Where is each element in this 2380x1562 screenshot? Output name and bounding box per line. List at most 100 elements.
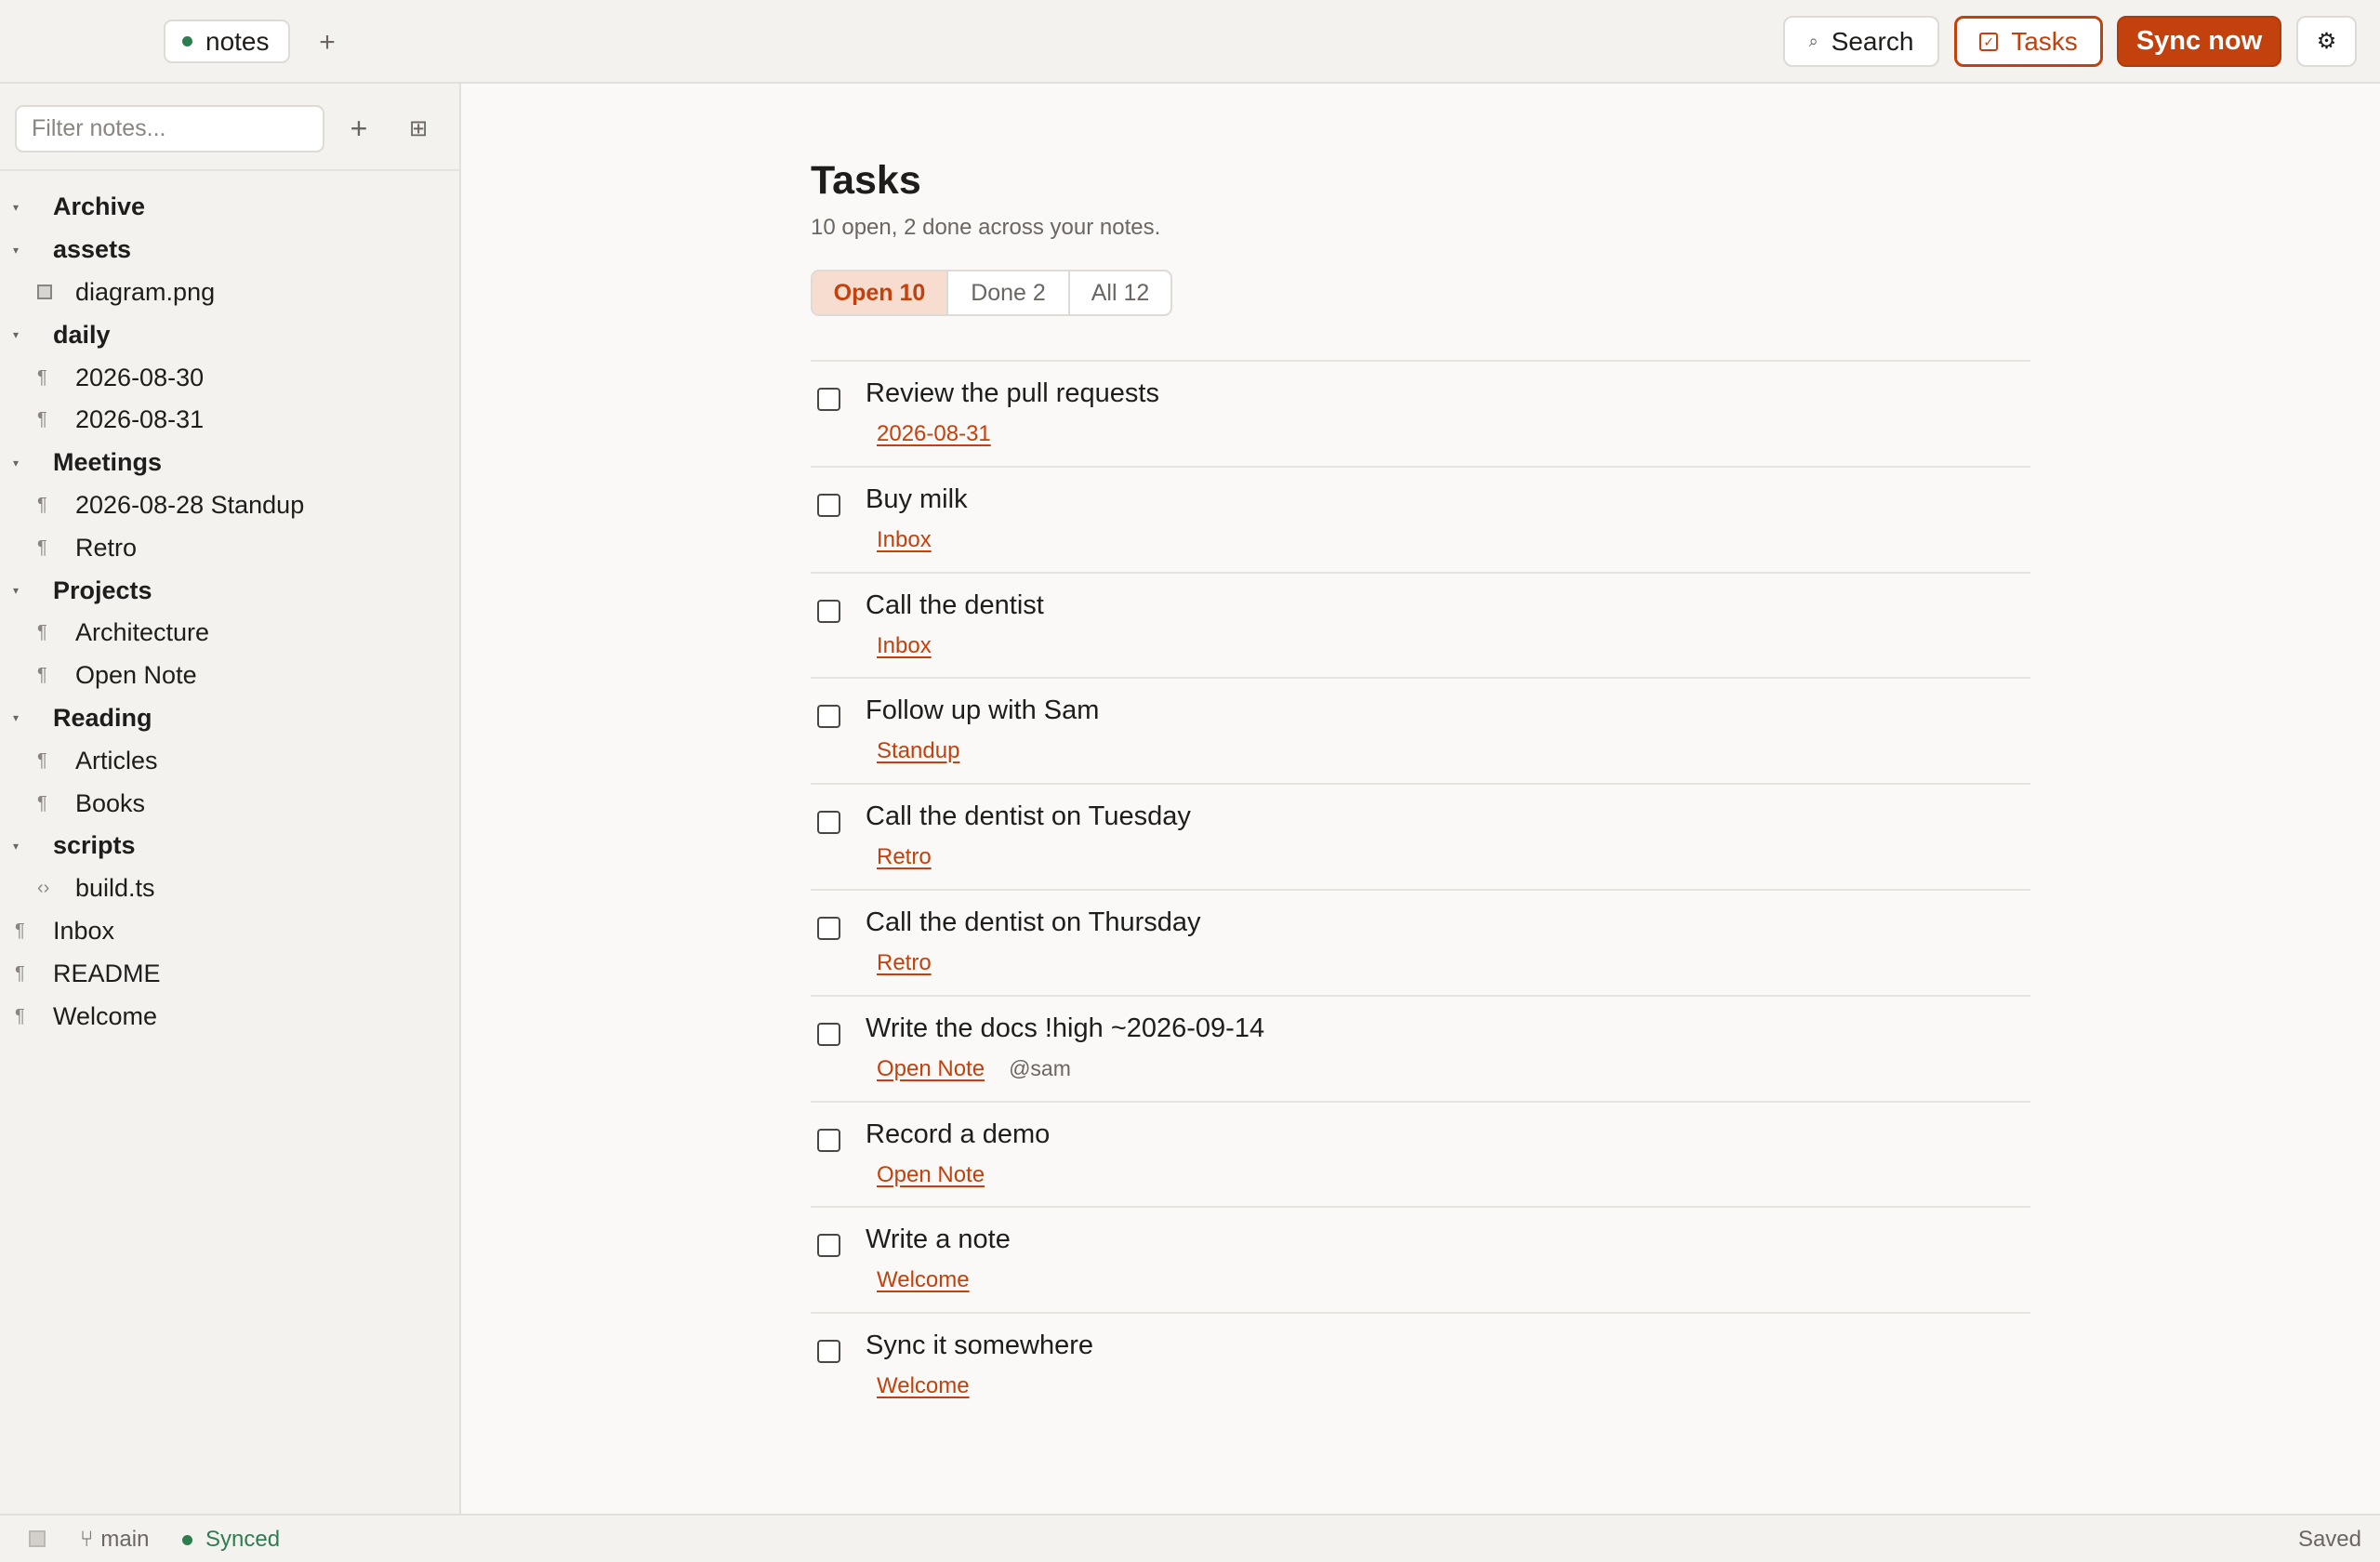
tree-item-label: 2026-08-30	[75, 363, 205, 391]
tree-item-label: 2026-08-31	[75, 405, 205, 434]
task-checkbox[interactable]	[817, 811, 840, 835]
task-source-link[interactable]: Retro	[877, 844, 932, 870]
tab-done[interactable]: Done 2	[948, 271, 1070, 314]
task-checkbox[interactable]	[817, 493, 840, 517]
task-text: Call the dentist on Thursday	[866, 907, 1201, 937]
caret-down-icon: ▾	[13, 711, 20, 725]
tree-item-label: Open Note	[75, 661, 197, 690]
task-checkbox[interactable]	[817, 1128, 840, 1152]
note-item[interactable]: ¶ Welcome	[0, 995, 459, 1038]
file-tree: ▾ Archive ▾ assets diagram.png ▾ daily ¶ 2026-08…	[0, 186, 459, 1038]
note-icon: ¶	[37, 622, 47, 643]
task-source-link[interactable]: 2026-08-31	[877, 421, 991, 447]
settings-button[interactable]: ⚙	[2296, 16, 2357, 67]
task-row: Review the pull requests 2026-08-31	[811, 362, 2030, 468]
task-meta: Welcome	[877, 1373, 970, 1399]
folder-item[interactable]: ▾ scripts	[0, 825, 459, 867]
task-source-link[interactable]: Inbox	[877, 527, 932, 553]
note-icon: ¶	[37, 494, 47, 515]
filter-notes-input[interactable]	[15, 105, 324, 152]
task-text: Record a demo	[866, 1119, 1051, 1149]
task-text: Write the docs !high ~2026-09-14	[866, 1013, 1265, 1043]
task-checkbox[interactable]	[817, 705, 840, 729]
task-meta: Inbox	[877, 633, 932, 659]
task-meta: Standup	[877, 738, 959, 764]
task-text: Sync it somewhere	[866, 1330, 1093, 1361]
note-item[interactable]: ¶ Retro	[0, 526, 459, 569]
folder-item[interactable]: ▾ Archive	[0, 186, 459, 229]
note-item[interactable]: ¶ Open Note	[0, 655, 459, 697]
note-icon: ¶	[37, 366, 47, 388]
search-icon: ⌕	[1808, 32, 1818, 50]
task-text: Call the dentist	[866, 589, 1044, 620]
search-button-label: Search	[1831, 26, 1914, 56]
task-text: Follow up with Sam	[866, 695, 1100, 726]
sync-now-button[interactable]: Sync now	[2117, 16, 2281, 67]
folder-item[interactable]: ▾ Projects	[0, 569, 459, 612]
checkbox-icon: ✓	[1979, 32, 1999, 51]
vault-tab-label: notes	[205, 26, 270, 56]
folder-item[interactable]: ▾ assets	[0, 229, 459, 271]
folder-item[interactable]: ▾ Meetings	[0, 442, 459, 484]
task-filter-tabs: Open 10 Done 2 All 12	[811, 270, 1172, 316]
task-list: Review the pull requests 2026-08-31 Buy mi…	[811, 360, 2030, 1420]
note-item[interactable]: ¶ Inbox	[0, 910, 459, 953]
task-source-link[interactable]: Inbox	[877, 633, 932, 659]
vault-tab-notes[interactable]: notes	[164, 20, 290, 63]
task-checkbox[interactable]	[817, 916, 840, 940]
note-item[interactable]: ¶ README	[0, 952, 459, 995]
tree-item-label: Reading	[53, 703, 152, 732]
new-note-button[interactable]: +	[340, 110, 377, 147]
tasks-button[interactable]: ✓ Tasks	[1954, 16, 2103, 67]
note-item[interactable]: ¶ 2026-08-28 Standup	[0, 484, 459, 527]
task-meta: Open Note	[877, 1162, 985, 1188]
caret-down-icon: ▾	[13, 839, 20, 853]
note-item[interactable]: ¶ Architecture	[0, 612, 459, 655]
add-tab-button[interactable]: +	[309, 24, 346, 61]
task-source-link[interactable]: Open Note	[877, 1162, 985, 1188]
note-item[interactable]: diagram.png	[0, 271, 459, 314]
sidebar-toggle-icon[interactable]	[29, 1530, 46, 1547]
note-item[interactable]: ¶ 2026-08-30	[0, 356, 459, 399]
page-title: Tasks	[811, 158, 921, 203]
tab-open[interactable]: Open 10	[813, 271, 948, 314]
task-row: Write a note Welcome	[811, 1208, 2030, 1315]
folder-item[interactable]: ▾ daily	[0, 313, 459, 356]
task-source-link[interactable]: Standup	[877, 738, 959, 764]
task-checkbox[interactable]	[817, 1022, 840, 1046]
task-row: Sync it somewhere Welcome	[811, 1314, 2030, 1420]
task-checkbox[interactable]	[817, 1234, 840, 1258]
note-item[interactable]: ¶ Articles	[0, 739, 459, 782]
sidebar-toolbar: + ⊞	[0, 84, 459, 171]
task-meta: Retro	[877, 844, 932, 870]
task-checkbox[interactable]	[817, 388, 840, 411]
sidebar: + ⊞ ▾ Archive ▾ assets diagram.png ▾ daily ¶ 202…	[0, 84, 461, 1514]
branch-indicator[interactable]: ⑂ main	[80, 1527, 149, 1553]
task-checkbox[interactable]	[817, 599, 840, 623]
new-folder-button[interactable]: ⊞	[400, 110, 437, 147]
tree-item-label: Welcome	[53, 1001, 158, 1030]
save-status: Saved	[2297, 1527, 2361, 1552]
status-dot-icon	[182, 36, 192, 46]
tab-all[interactable]: All 12	[1070, 271, 1170, 314]
search-button[interactable]: ⌕ Search	[1783, 16, 1939, 67]
sync-status: Synced	[182, 1527, 280, 1553]
task-checkbox[interactable]	[817, 1340, 840, 1364]
note-icon: ¶	[15, 1005, 25, 1026]
note-item[interactable]: ¶ Books	[0, 782, 459, 825]
tree-item-label: 2026-08-28 Standup	[75, 490, 305, 519]
task-source-link[interactable]: Welcome	[877, 1267, 970, 1293]
folder-item[interactable]: ▾ Reading	[0, 697, 459, 740]
task-row: Write the docs !high ~2026-09-14 Open Not…	[811, 997, 2030, 1103]
tree-item-label: assets	[53, 235, 132, 264]
note-item[interactable]: ¶ 2026-08-31	[0, 399, 459, 442]
task-source-link[interactable]: Retro	[877, 950, 932, 976]
task-source-link[interactable]: Welcome	[877, 1373, 970, 1399]
task-row: Follow up with Sam Standup	[811, 679, 2030, 786]
branch-name: main	[100, 1527, 150, 1552]
task-source-link[interactable]: Open Note	[877, 1056, 985, 1082]
note-icon: ¶	[37, 536, 47, 558]
tree-item-label: Projects	[53, 576, 152, 604]
task-row: Buy milk Inbox	[811, 468, 2030, 574]
note-item[interactable]: ‹› build.ts	[0, 867, 459, 910]
